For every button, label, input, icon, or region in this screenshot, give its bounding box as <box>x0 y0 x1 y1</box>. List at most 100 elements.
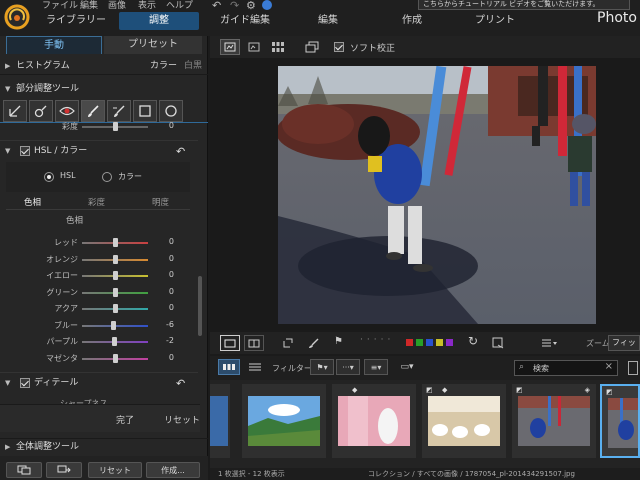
copy-settings-button[interactable] <box>46 462 82 478</box>
tab-create[interactable]: 作成 <box>384 12 440 30</box>
thumbnail[interactable]: ◩ ◈ <box>512 384 596 458</box>
hsl-radio[interactable] <box>44 172 54 182</box>
hsl-section-header[interactable]: ▼ HSL / カラー ↶ <box>0 143 208 160</box>
tab-saturation[interactable]: 彩度 <box>88 196 105 208</box>
second-monitor-icon[interactable] <box>302 39 322 55</box>
saturation-knob[interactable] <box>112 122 118 131</box>
tab-preset[interactable]: プリセット <box>104 36 202 54</box>
hsl-slider-value[interactable]: -2 <box>156 336 174 345</box>
done-button[interactable]: 完了 <box>116 413 134 426</box>
tab-adjust[interactable]: 調整 <box>119 12 199 30</box>
tutorial-banner[interactable]: こちらからチュートリアル ビデオをご覧いただけます。 <box>418 0 630 10</box>
create-preset-button[interactable]: 作成... <box>146 462 200 478</box>
tab-hue[interactable]: 色相 <box>24 196 41 208</box>
grid-view-icon[interactable] <box>268 39 288 55</box>
user-account-icon[interactable] <box>262 0 272 10</box>
thumbnail[interactable] <box>242 384 326 458</box>
list-view-icon[interactable] <box>244 359 266 375</box>
thumbnail-selected[interactable]: ◩ <box>600 384 640 458</box>
label-filter-dropdown[interactable]: ▭▾ <box>396 359 418 375</box>
hsl-slider-knob[interactable] <box>112 304 118 313</box>
tab-manual[interactable]: 手動 <box>6 36 102 54</box>
rating-filter-dropdown[interactable]: ···▾ <box>336 359 360 375</box>
hsl-slider-value[interactable]: 0 <box>156 270 174 279</box>
compare-view-icon[interactable] <box>244 39 264 55</box>
crop-icon[interactable] <box>490 335 506 351</box>
saturation-value[interactable]: 0 <box>156 121 174 130</box>
redo-icon[interactable]: ↷ <box>230 0 239 12</box>
single-view-icon[interactable] <box>220 335 240 351</box>
hsl-slider-knob[interactable] <box>112 254 118 264</box>
detail-section-header[interactable]: ▼ ディテール ↶ <box>0 375 208 392</box>
tab-library[interactable]: ライブラリー <box>38 12 114 30</box>
star-rating[interactable]: ····· <box>360 335 394 345</box>
search-box[interactable]: ⌕ 検索 × <box>514 360 618 376</box>
collapsed-triangle-icon: ▶ <box>5 62 11 70</box>
hsl-slider-value[interactable]: 0 <box>156 353 174 362</box>
compare-view-button[interactable] <box>6 462 42 478</box>
histogram-color-option[interactable]: カラー <box>150 58 177 75</box>
tab-lightness[interactable]: 明度 <box>152 196 169 208</box>
rotate-image-icon[interactable] <box>280 335 296 351</box>
hsl-enable-checkbox[interactable] <box>20 146 30 156</box>
thumbnail[interactable]: ◩ ◆ <box>422 384 506 458</box>
hsl-slider-value[interactable]: 0 <box>156 254 174 263</box>
thumbnail[interactable] <box>210 384 230 458</box>
menu-file[interactable]: ファイル <box>42 0 78 11</box>
search-input[interactable]: 検索 <box>533 363 549 374</box>
color-radio[interactable] <box>102 172 112 182</box>
hsl-slider-knob[interactable] <box>112 353 118 363</box>
flag-filter-dropdown[interactable]: ⚑▾ <box>310 359 334 375</box>
hsl-mode-group: HSL カラー <box>6 162 190 192</box>
color-label-swatch[interactable] <box>426 339 433 346</box>
filmstrip-view-icon[interactable] <box>218 359 240 375</box>
tab-edit[interactable]: 編集 <box>300 12 356 30</box>
hsl-slider-knob[interactable] <box>111 337 117 346</box>
hsl-slider-knob[interactable] <box>112 271 118 280</box>
partial-tools-header[interactable]: ▼ 部分調整ツール <box>0 81 208 98</box>
split-view-icon[interactable] <box>244 335 264 351</box>
tab-guide-edit[interactable]: ガイド編集 <box>212 12 278 30</box>
hsl-slider-label: イエロー <box>46 271 78 280</box>
menu-view[interactable]: 表示 <box>138 0 156 11</box>
rotate-left-icon[interactable]: ↻ <box>468 334 478 348</box>
histogram-header[interactable]: ▶ ヒストグラム カラー 白黒 <box>0 58 208 75</box>
panel-reset-button[interactable]: リセット <box>164 413 200 426</box>
panel-scrollbar[interactable] <box>198 276 202 336</box>
hsl-slider-knob[interactable] <box>110 320 116 330</box>
hsl-slider-knob[interactable] <box>112 287 118 297</box>
color-radio-label: カラー <box>118 172 142 181</box>
hsl-slider-value[interactable]: 0 <box>156 303 174 312</box>
hsl-slider-value[interactable]: 0 <box>156 287 174 296</box>
menu-help[interactable]: ヘルプ <box>166 0 193 11</box>
reset-section-icon[interactable]: ↶ <box>176 143 185 160</box>
sort-order-dropdown[interactable]: ≡▾ <box>364 359 388 375</box>
sort-menu-icon[interactable] <box>538 335 560 351</box>
undo-icon[interactable]: ↶ <box>212 0 221 12</box>
single-view-icon[interactable] <box>220 39 240 55</box>
zoom-select[interactable]: フィット <box>608 335 640 351</box>
detail-enable-checkbox[interactable] <box>20 378 30 388</box>
bottom-reset-button[interactable]: リセット <box>88 462 142 478</box>
soft-proof-checkbox[interactable] <box>334 42 344 52</box>
global-tools-header[interactable]: ▶ 全体調整ツール <box>0 438 208 455</box>
color-label-swatch[interactable] <box>416 339 423 346</box>
color-label-swatch[interactable] <box>446 339 453 346</box>
histogram-mono-option[interactable]: 白黒 <box>184 58 202 75</box>
settings-gear-icon[interactable]: ⚙ <box>246 0 256 12</box>
flag-icon[interactable]: ⚑ <box>334 336 343 347</box>
clear-search-icon[interactable]: × <box>605 361 613 372</box>
hsl-slider-knob[interactable] <box>112 238 118 247</box>
color-label-swatch[interactable] <box>436 339 443 346</box>
brush-edit-icon[interactable] <box>306 335 322 351</box>
menu-image[interactable]: 画像 <box>108 0 126 11</box>
tab-print[interactable]: プリント <box>466 12 524 30</box>
hsl-slider-value[interactable]: 0 <box>156 237 174 246</box>
color-label-swatch[interactable] <box>406 339 413 346</box>
thumbnail[interactable]: ◆ <box>332 384 416 458</box>
main-photo[interactable] <box>278 66 596 324</box>
reset-section-icon[interactable]: ↶ <box>176 375 185 392</box>
panel-toggle-icon[interactable] <box>628 361 638 375</box>
menu-edit[interactable]: 編集 <box>80 0 98 11</box>
hsl-slider-value[interactable]: -6 <box>156 320 174 329</box>
